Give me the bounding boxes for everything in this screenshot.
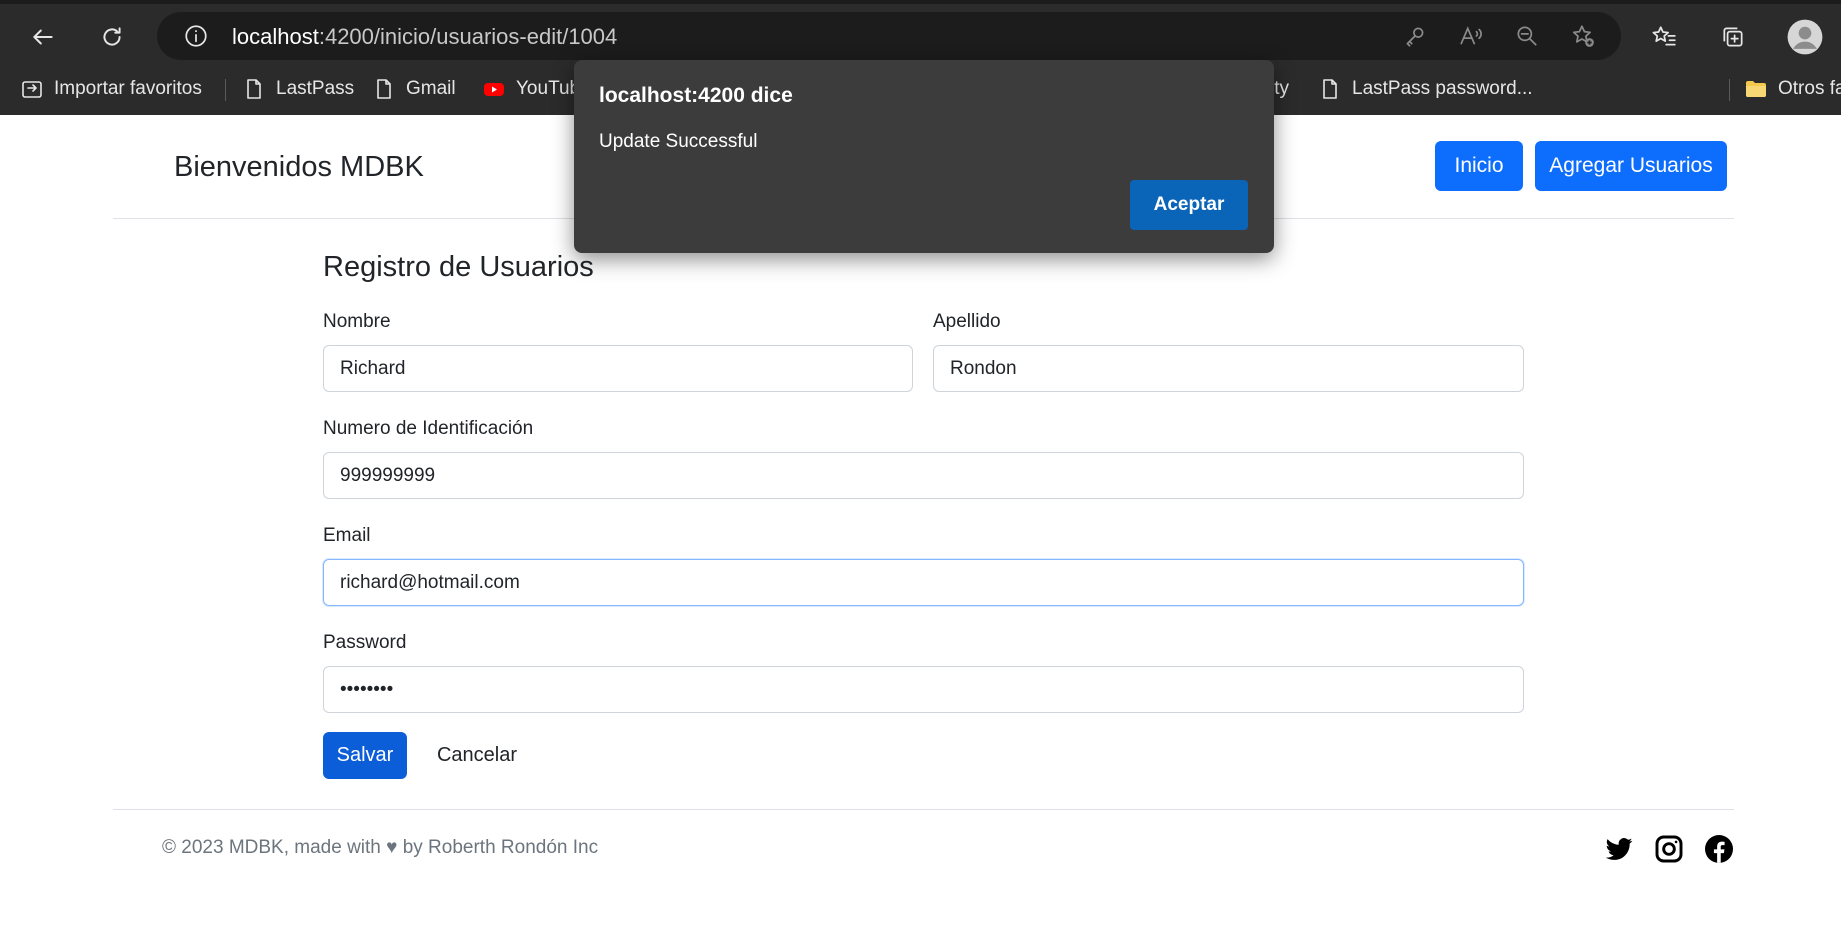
bookmark-lastpass-password[interactable]: LastPass password... bbox=[1318, 72, 1533, 106]
bookmark-label: Otros fa bbox=[1778, 78, 1841, 99]
profile-button[interactable] bbox=[1785, 17, 1825, 57]
password-input[interactable]: •••••••• bbox=[323, 666, 1524, 713]
apellido-label: Apellido bbox=[933, 311, 1001, 332]
bookmark-import-favorites[interactable]: Importar favoritos bbox=[20, 72, 202, 106]
page-icon bbox=[1323, 79, 1337, 99]
footer-divider bbox=[113, 809, 1734, 810]
collections-icon bbox=[1723, 27, 1743, 47]
youtube-icon bbox=[484, 83, 504, 96]
profile-avatar-icon bbox=[1787, 19, 1823, 55]
nombre-label: Nombre bbox=[323, 311, 391, 332]
password-key-icon[interactable] bbox=[1402, 23, 1428, 49]
instagram-icon[interactable] bbox=[1653, 833, 1685, 865]
nombre-input[interactable]: Richard bbox=[323, 345, 913, 392]
favorites-icon bbox=[1652, 26, 1676, 46]
agregar-usuarios-button[interactable]: Agregar Usuarios bbox=[1535, 141, 1727, 191]
footer-copyright: © 2023 MDBK, made with ♥ by Roberth Rond… bbox=[162, 837, 599, 858]
add-favorite-icon[interactable] bbox=[1570, 23, 1596, 49]
email-label: Email bbox=[323, 525, 371, 546]
bookmark-label: LastPass password... bbox=[1352, 78, 1533, 99]
bookmark-separator bbox=[225, 79, 226, 101]
identificacion-input[interactable]: 999999999 bbox=[323, 452, 1524, 499]
dialog-accept-button[interactable]: Aceptar bbox=[1130, 180, 1248, 230]
inicio-button[interactable]: Inicio bbox=[1435, 141, 1523, 191]
facebook-icon[interactable] bbox=[1703, 833, 1735, 865]
url-path: :4200/inicio/usuarios-edit/1004 bbox=[318, 24, 618, 49]
bookmark-label: LastPass bbox=[276, 78, 355, 99]
bookmark-lastpass[interactable]: LastPass bbox=[242, 72, 354, 106]
back-button[interactable] bbox=[24, 18, 62, 56]
dialog-message: Update Successful bbox=[599, 131, 758, 152]
identificacion-label: Numero de Identificación bbox=[323, 418, 534, 439]
url-text[interactable]: localhost:4200/inicio/usuarios-edit/1004 bbox=[232, 24, 617, 50]
twitter-icon[interactable] bbox=[1603, 833, 1635, 865]
bookmark-other-favorites[interactable]: Otros fa bbox=[1744, 72, 1841, 106]
browser-toolbar: localhost:4200/inicio/usuarios-edit/1004 bbox=[0, 4, 1841, 67]
page-icon bbox=[247, 79, 261, 99]
refresh-button[interactable] bbox=[93, 18, 131, 56]
screen: localhost:4200/inicio/usuarios-edit/1004… bbox=[0, 0, 1841, 928]
apellido-input[interactable]: Rondon bbox=[933, 345, 1524, 392]
zoom-out-icon[interactable] bbox=[1514, 23, 1540, 49]
folder-icon bbox=[1746, 81, 1766, 97]
collections-button[interactable] bbox=[1714, 18, 1752, 56]
read-aloud-icon[interactable] bbox=[1458, 23, 1484, 49]
refresh-icon bbox=[103, 27, 121, 46]
password-label: Password bbox=[323, 632, 407, 653]
dialog-title: localhost:4200 dice bbox=[599, 84, 793, 107]
import-favorites-icon bbox=[22, 81, 42, 98]
url-host: localhost bbox=[232, 24, 319, 49]
alert-dialog: localhost:4200 dice Update Successful Ac… bbox=[574, 60, 1274, 253]
cancel-button[interactable]: Cancelar bbox=[423, 732, 531, 779]
email-input[interactable]: richard@hotmail.com bbox=[323, 559, 1524, 606]
site-info-icon[interactable] bbox=[183, 23, 209, 49]
back-arrow-icon bbox=[33, 29, 53, 45]
bookmark-label: Importar favoritos bbox=[54, 78, 202, 99]
save-button[interactable]: Salvar bbox=[323, 732, 407, 779]
favorites-button[interactable] bbox=[1645, 18, 1683, 56]
address-bar[interactable]: localhost:4200/inicio/usuarios-edit/1004 bbox=[157, 12, 1621, 60]
brand-title[interactable]: Bienvenidos MDBK bbox=[174, 151, 424, 184]
bookmark-gmail[interactable]: Gmail bbox=[372, 72, 456, 106]
page-icon bbox=[377, 79, 391, 99]
form-title: Registro de Usuarios bbox=[323, 251, 594, 283]
bookmark-label: Gmail bbox=[406, 78, 456, 99]
bookmark-separator bbox=[1729, 79, 1730, 101]
